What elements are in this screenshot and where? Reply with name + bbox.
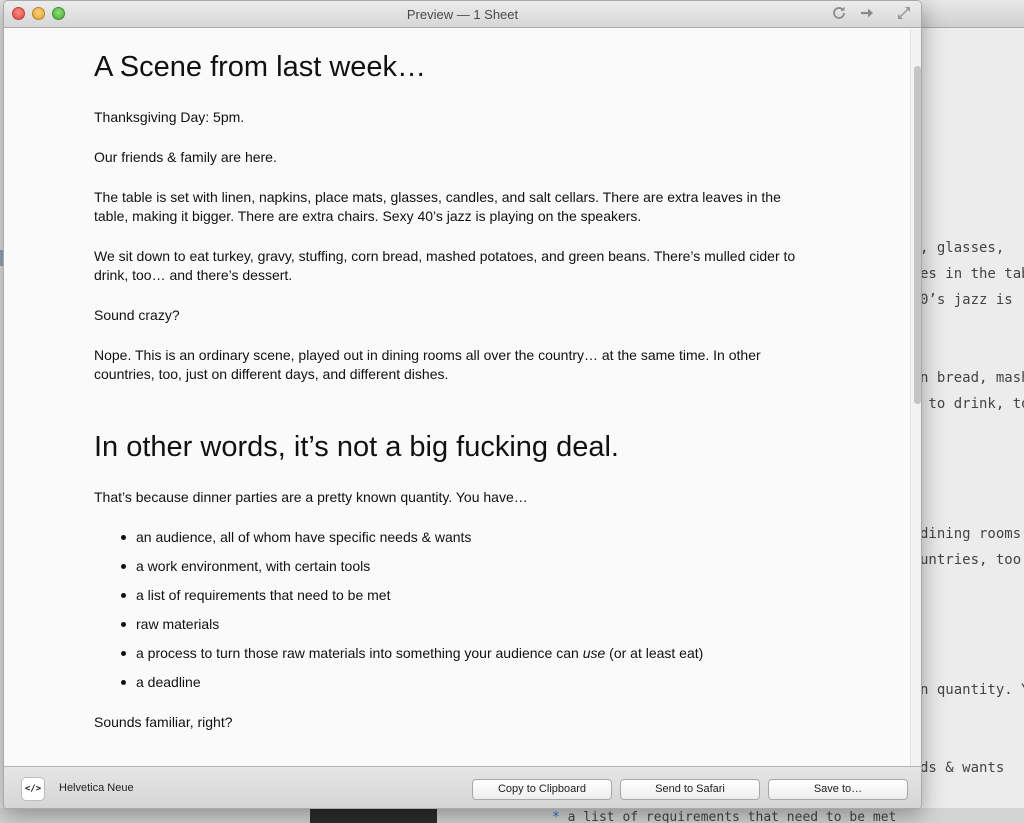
background-editor-pane bbox=[920, 28, 1024, 823]
paragraph: We sit down to eat turkey, gravy, stuffi… bbox=[94, 248, 796, 283]
paragraph: Thanksgiving Day: 5pm. bbox=[94, 109, 245, 125]
preview-content[interactable]: A Scene from last week… Thanksgiving Day… bbox=[4, 29, 910, 766]
list-item: a list of requirements that need to be m… bbox=[120, 586, 703, 615]
save-to-button[interactable]: Save to… bbox=[768, 779, 908, 800]
background-editor-line: ds & wants bbox=[920, 760, 1005, 776]
list-item: raw materials bbox=[120, 615, 703, 644]
reload-icon[interactable] bbox=[830, 5, 848, 23]
paragraph: Our friends & family are here. bbox=[94, 149, 277, 165]
background-editor-titlebar bbox=[920, 0, 1024, 28]
heading-scene: A Scene from last week… bbox=[94, 51, 427, 83]
vertical-scrollbar[interactable] bbox=[910, 29, 921, 766]
window-title: Preview — 1 Sheet bbox=[406, 7, 519, 22]
copy-to-clipboard-button[interactable]: Copy to Clipboard bbox=[472, 779, 612, 800]
background-editor-line: , glasses, bbox=[920, 240, 1005, 256]
preview-footer: </> Helvetica Neue Copy to Clipboard Sen… bbox=[4, 766, 921, 808]
window-titlebar[interactable]: Preview — 1 Sheet bbox=[4, 1, 921, 28]
background-editor-line: 0’s jazz is bbox=[920, 292, 1013, 308]
paragraph: The table is set with linen, napkins, pl… bbox=[94, 189, 781, 224]
list-item: a process to turn those raw materials in… bbox=[120, 644, 704, 673]
background-editor-line: untries, too, bbox=[920, 552, 1024, 568]
background-editor-line: n quantity. Y bbox=[920, 682, 1024, 698]
html-code-icon[interactable]: </> bbox=[21, 777, 45, 801]
paragraph: Sound crazy? bbox=[94, 307, 180, 323]
background-editor-line: n bread, mash bbox=[920, 370, 1024, 386]
list-item: a deadline bbox=[120, 673, 703, 702]
background-dark-panel bbox=[310, 808, 437, 823]
preview-window: Preview — 1 Sheet A Scene from last week… bbox=[3, 0, 922, 809]
background-editor-line: es in the tab bbox=[920, 266, 1024, 282]
fullscreen-icon[interactable] bbox=[895, 5, 913, 23]
scrollbar-thumb[interactable] bbox=[914, 66, 921, 404]
paragraph: Nope. This is an ordinary scene, played … bbox=[94, 347, 761, 382]
paragraph-intro: That’s because dinner parties are a pret… bbox=[94, 489, 528, 505]
list-item: an audience, all of whom have specific n… bbox=[120, 528, 703, 557]
paragraph-closing: Sounds familiar, right? bbox=[94, 714, 233, 730]
list-item: a work environment, with certain tools bbox=[120, 557, 703, 586]
requirements-list: an audience, all of whom have specific n… bbox=[120, 528, 704, 702]
list-item-text: (or at least eat) bbox=[605, 645, 704, 661]
list-item-text: a process to turn those raw materials in… bbox=[136, 645, 583, 661]
heading-other-words: In other words, it’s not a big fucking d… bbox=[94, 431, 619, 463]
markdown-bullet: * bbox=[552, 810, 560, 823]
emphasis-use: use bbox=[582, 645, 606, 661]
send-to-safari-button[interactable]: Send to Safari bbox=[620, 779, 760, 800]
background-editor-bottom-text: a list of requirements that need to be m… bbox=[559, 810, 897, 823]
forward-arrow-icon[interactable] bbox=[858, 5, 876, 23]
background-editor-line: dining rooms bbox=[920, 526, 1022, 542]
background-editor-line: to drink, to bbox=[920, 396, 1024, 412]
background-editor-bottom-line: * a list of requirements that need to be… bbox=[552, 810, 896, 823]
font-name-label[interactable]: Helvetica Neue bbox=[59, 782, 134, 794]
